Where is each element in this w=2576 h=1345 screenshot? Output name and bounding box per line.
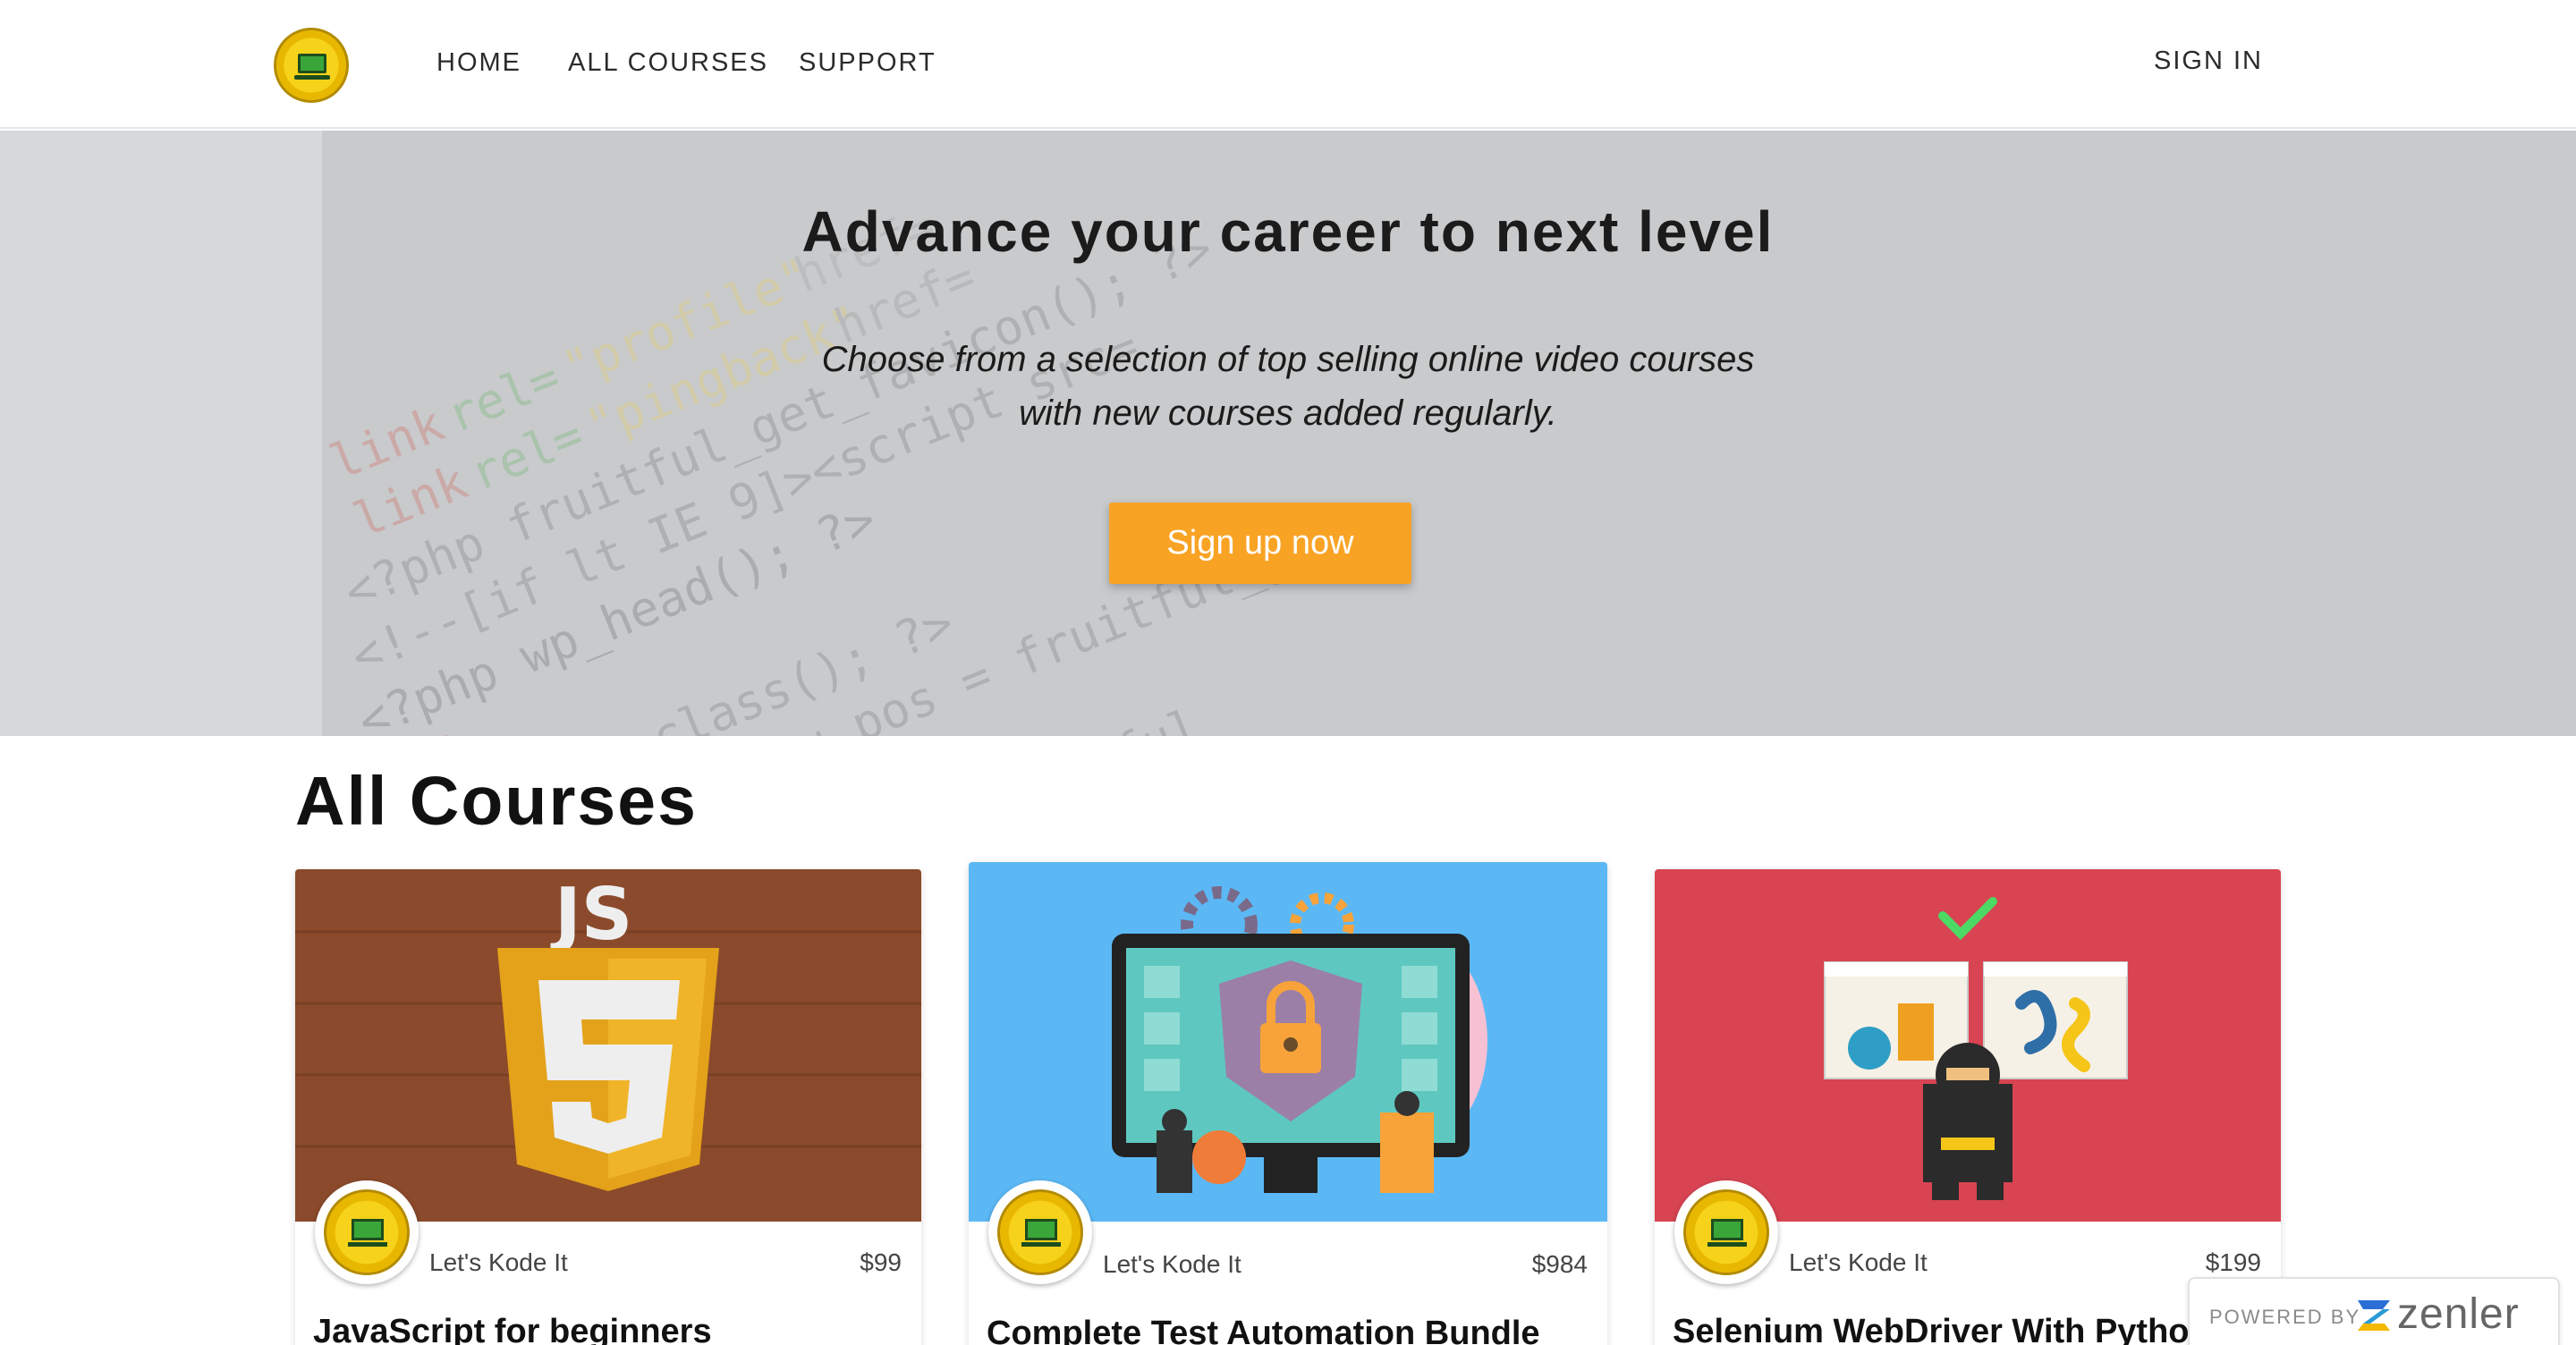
- course-price: $99: [860, 1248, 902, 1276]
- site-logo[interactable]: [274, 28, 349, 103]
- course-price: $199: [2205, 1248, 2261, 1276]
- author-avatar[interactable]: [1674, 1180, 1778, 1284]
- course-card-test-automation[interactable]: Let's Kode It $984 Complete Test Automat…: [969, 862, 1607, 1345]
- laptop-icon: [1025, 1219, 1057, 1240]
- powered-by-zenler-badge[interactable]: POWERED BY zenler: [2188, 1277, 2560, 1345]
- laptop-base: [294, 75, 330, 80]
- laptop-base: [1707, 1242, 1747, 1247]
- course-price: $984: [1531, 1250, 1588, 1278]
- javascript-logo-image: JS: [295, 869, 921, 1222]
- course-card-selenium-python[interactable]: Let's Kode It $199 Selenium WebDriver Wi…: [1655, 869, 2281, 1345]
- hero-subtitle: Choose from a selection of top selling o…: [0, 333, 2576, 440]
- course-title[interactable]: Complete Test Automation Bundle: [987, 1315, 1540, 1345]
- svg-text:JS: JS: [550, 873, 632, 956]
- security-illustration-image: [969, 862, 1607, 1222]
- course-thumbnail[interactable]: [1655, 869, 2281, 1222]
- zenler-brand-name: zenler: [2397, 1290, 2520, 1338]
- laptop-icon: [298, 54, 326, 73]
- author-name: Let's Kode It: [429, 1248, 568, 1276]
- all-courses-heading: All Courses: [295, 763, 698, 840]
- author-logo: [324, 1189, 410, 1275]
- course-title[interactable]: JavaScript for beginners: [313, 1313, 712, 1345]
- zenler-logo-icon: [2358, 1300, 2390, 1331]
- laptop-icon: [352, 1219, 384, 1240]
- author-avatar[interactable]: [988, 1180, 1092, 1284]
- sign-in-link[interactable]: SIGN IN: [2154, 47, 2263, 76]
- sign-up-now-button[interactable]: Sign up now: [1109, 503, 1411, 584]
- course-card-javascript[interactable]: JS Let's Kode It $99 JavaScript for begi…: [295, 869, 921, 1345]
- hero-banner: link rel= "profile" href= link rel= "pin…: [0, 131, 2576, 736]
- hero-subtitle-line-1: Choose from a selection of top selling o…: [821, 340, 1755, 379]
- laptop-base: [348, 1242, 387, 1247]
- course-title[interactable]: Selenium WebDriver With Python: [1673, 1313, 2210, 1345]
- author-logo: [1683, 1189, 1769, 1275]
- laptop-base: [1021, 1242, 1061, 1247]
- selenium-python-image: [1655, 869, 2281, 1222]
- nav-support-link[interactable]: SUPPORT: [799, 48, 936, 78]
- nav-all-courses-link[interactable]: ALL COURSES: [568, 48, 768, 78]
- author-logo: [997, 1189, 1083, 1275]
- powered-by-label: POWERED BY: [2209, 1306, 2361, 1328]
- hero-subtitle-line-2: with new courses added regularly.: [1019, 393, 1557, 433]
- hero-title: Advance your career to next level: [801, 199, 1775, 264]
- course-thumbnail[interactable]: [969, 862, 1607, 1222]
- author-name: Let's Kode It: [1789, 1248, 1928, 1276]
- nav-home-link[interactable]: HOME: [436, 48, 521, 78]
- author-avatar[interactable]: [315, 1180, 419, 1284]
- author-name: Let's Kode It: [1103, 1250, 1241, 1278]
- course-thumbnail[interactable]: JS: [295, 869, 921, 1222]
- laptop-icon: [1711, 1219, 1743, 1240]
- top-navbar: HOME ALL COURSES SUPPORT SIGN IN: [0, 0, 2576, 129]
